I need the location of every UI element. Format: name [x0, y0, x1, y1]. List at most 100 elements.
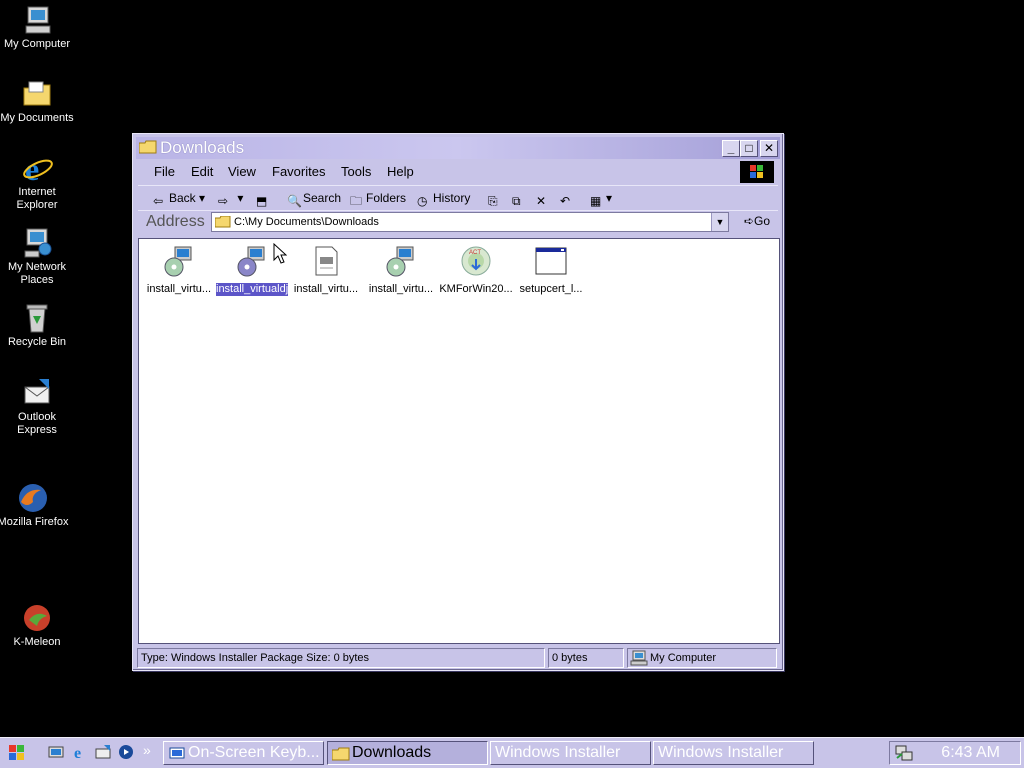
- desktop-icon-label: Recycle Bin: [7, 336, 67, 348]
- task-windows-installer[interactable]: Windows Installer: [653, 741, 814, 765]
- start-button[interactable]: [3, 741, 31, 764]
- back-label: Back: [169, 191, 196, 205]
- go-button[interactable]: ➪Go: [744, 214, 770, 228]
- address-label: Address: [146, 213, 205, 230]
- installer-package-icon: [163, 245, 195, 277]
- file-label: install_virtu...: [146, 283, 212, 295]
- menu-favorites[interactable]: Favorites: [272, 164, 325, 179]
- menu-help[interactable]: Help: [387, 164, 414, 179]
- file-item[interactable]: install_virtu...: [364, 245, 438, 300]
- internet-explorer-icon[interactable]: e: [72, 744, 88, 762]
- task-label: Windows Installer: [495, 744, 621, 761]
- desktop-icon-recycle-bin[interactable]: Recycle Bin: [0, 302, 74, 349]
- application-window-icon: [535, 245, 567, 277]
- desktop-icon-label: My Documents: [0, 112, 74, 124]
- menu-file[interactable]: File: [154, 164, 175, 179]
- menu-tools[interactable]: Tools: [341, 164, 371, 179]
- folders-button[interactable]: 🗀 Folders: [350, 190, 406, 208]
- installer-package-icon: [385, 245, 417, 277]
- desktop-icon-my-computer[interactable]: My Computer: [0, 4, 74, 51]
- desktop-icon-network-places[interactable]: My Network Places: [0, 227, 74, 287]
- desktop-icon-internet-explorer[interactable]: e Internet Explorer: [0, 151, 74, 212]
- window-title: Downloads: [160, 138, 245, 157]
- text-document-icon: [310, 245, 342, 277]
- close-button[interactable]: ✕: [760, 140, 778, 157]
- desktop-icon-label: Outlook Express: [17, 411, 57, 436]
- recycle-bin-icon: [21, 302, 53, 334]
- task-label: Downloads: [352, 744, 432, 761]
- address-input[interactable]: C:\My Documents\Downloads ▼: [211, 212, 729, 232]
- task-windows-installer[interactable]: Windows Installer: [490, 741, 651, 765]
- menu-bar: File Edit View Favorites Tools Help: [138, 160, 778, 183]
- quick-launch-more-icon[interactable]: »: [143, 742, 151, 758]
- chevron-down-icon[interactable]: ▼: [711, 213, 728, 231]
- copy-to-button[interactable]: ⧉: [512, 190, 528, 208]
- copy-to-icon: ⧉: [512, 194, 521, 208]
- desktop-icon-label: K-Meleon: [13, 636, 61, 648]
- standard-toolbar: ⇦ Back ▾ ⇨ ▾ ⬒ 🔍Search 🗀 Folders ◷ History …: [138, 185, 778, 210]
- task-label: Windows Installer: [658, 744, 784, 761]
- show-desktop-icon[interactable]: [48, 744, 64, 760]
- desktop-icon-k-meleon[interactable]: K-Meleon: [0, 602, 74, 649]
- file-label: setupcert_l...: [519, 283, 583, 295]
- my-computer-icon: [630, 650, 648, 672]
- outlook-express-icon[interactable]: [95, 744, 111, 760]
- back-button[interactable]: ⇦ Back ▾: [153, 190, 205, 208]
- windows-logo-icon: [9, 745, 24, 760]
- desktop-icon-firefox[interactable]: Mozilla Firefox: [0, 482, 70, 529]
- status-zone-text: My Computer: [650, 652, 717, 664]
- my-computer-icon: [21, 4, 53, 36]
- status-info: Type: Windows Installer Package Size: 0 …: [137, 648, 545, 668]
- k-meleon-icon: [21, 602, 53, 634]
- status-bar: Type: Windows Installer Package Size: 0 …: [137, 647, 779, 669]
- history-label: History: [433, 191, 471, 205]
- disc-icon: ACT: [460, 245, 492, 277]
- search-icon: 🔍: [287, 194, 302, 208]
- desktop-icon-outlook-express[interactable]: Outlook Express: [0, 377, 74, 437]
- undo-button[interactable]: ↶: [560, 190, 576, 208]
- go-arrow-icon: ➪: [743, 214, 754, 228]
- network-status-icon[interactable]: [894, 744, 914, 765]
- installer-package-icon: [236, 245, 268, 277]
- folder-icon: [214, 215, 231, 228]
- menu-edit[interactable]: Edit: [191, 164, 213, 179]
- search-label: Search: [303, 191, 342, 205]
- maximize-button[interactable]: □: [740, 140, 758, 157]
- status-size-text: 0 bytes: [552, 652, 588, 664]
- folder-icon: [331, 746, 350, 764]
- file-label: KMForWin20...: [439, 283, 513, 295]
- title-bar[interactable]: Downloads _ □ ✕: [136, 137, 780, 159]
- history-button[interactable]: ◷ History: [417, 190, 471, 208]
- task-on-screen-keyboard[interactable]: On-Screen Keyb...: [163, 741, 324, 765]
- folders-icon: 🗀: [350, 194, 363, 208]
- file-item[interactable]: install_virtu...: [142, 245, 216, 300]
- move-to-icon: ⎘: [488, 194, 498, 208]
- firefox-icon: [17, 482, 49, 514]
- file-item[interactable]: ACT KMForWin20...: [439, 245, 513, 300]
- minimize-button[interactable]: _: [722, 140, 740, 157]
- taskbar: e » On-Screen Keyb... Downloads Windows …: [0, 737, 1024, 768]
- file-item[interactable]: setupcert_l...: [514, 245, 588, 300]
- up-folder-button[interactable]: ⬒: [256, 190, 272, 208]
- file-list-view[interactable]: install_virtu... install_virtualdj_2023_…: [138, 238, 780, 644]
- delete-button[interactable]: ✕: [536, 190, 552, 208]
- back-arrow-icon: ⇦: [153, 194, 164, 208]
- system-tray: 6:43 AM: [889, 741, 1021, 765]
- media-player-icon[interactable]: [118, 744, 134, 760]
- desktop-icon-label: Mozilla Firefox: [0, 516, 69, 528]
- desktop-icon-my-documents[interactable]: My Documents: [0, 78, 74, 125]
- desktop-icon-label: My Network Places: [7, 261, 67, 286]
- explorer-window: Downloads _ □ ✕ File Edit View Favorites…: [132, 133, 784, 671]
- address-bar: Address C:\My Documents\Downloads ▼ ➪Go: [138, 210, 778, 235]
- file-label: install_virtualdj_2023_b7555_pc(2).msi: [216, 283, 288, 296]
- views-button[interactable]: ▦ ▾: [590, 190, 612, 208]
- file-item[interactable]: install_virtu...: [289, 245, 363, 300]
- my-documents-icon: [21, 78, 53, 110]
- move-to-button[interactable]: ⎘: [488, 190, 504, 208]
- forward-arrow-icon: ⇨: [218, 194, 229, 208]
- search-button[interactable]: 🔍Search: [287, 190, 342, 208]
- menu-view[interactable]: View: [228, 164, 256, 179]
- clock[interactable]: 6:43 AM: [941, 744, 1000, 762]
- task-downloads[interactable]: Downloads: [327, 741, 488, 765]
- forward-button[interactable]: ⇨ ▾: [218, 190, 243, 208]
